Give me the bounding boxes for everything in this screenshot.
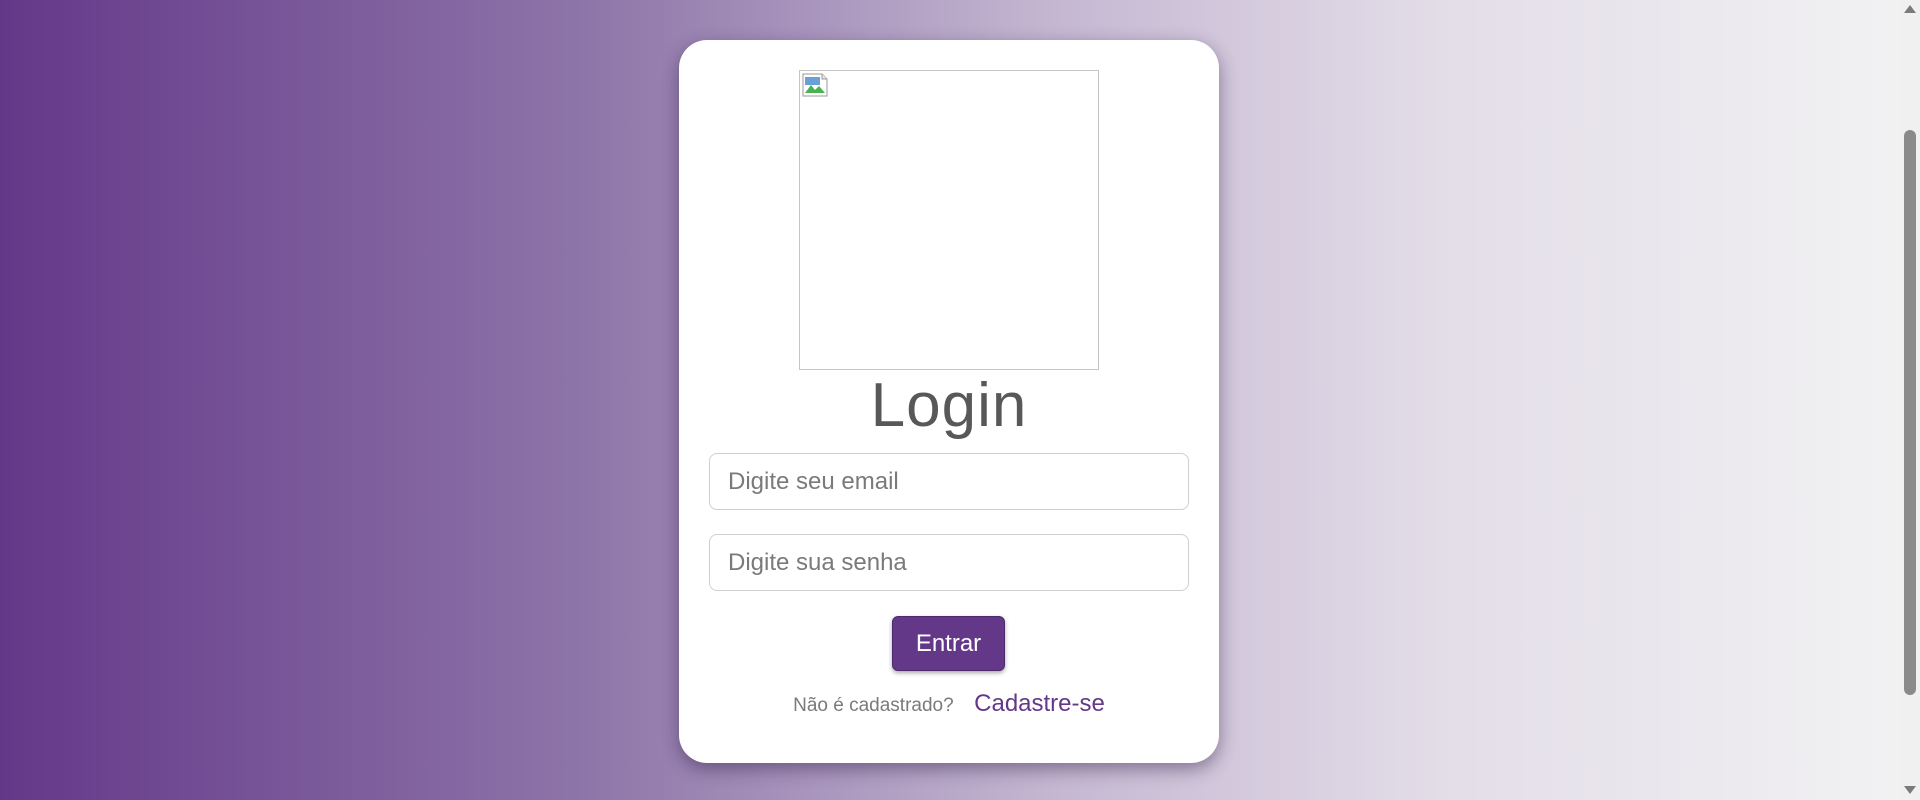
broken-image-icon [802, 73, 828, 97]
scroll-up-arrow-icon[interactable] [1904, 5, 1916, 13]
logo-image [799, 70, 1099, 370]
login-card: Login Entrar Não é cadastrado? Cadastre-… [679, 40, 1219, 763]
email-input[interactable] [709, 453, 1189, 510]
password-input[interactable] [709, 534, 1189, 591]
register-prompt: Não é cadastrado? [793, 695, 954, 716]
vertical-scrollbar[interactable] [1900, 0, 1920, 800]
register-link[interactable]: Cadastre-se [974, 690, 1105, 717]
login-button[interactable]: Entrar [892, 616, 1005, 671]
page-title: Login [870, 371, 1028, 440]
register-row: Não é cadastrado? Cadastre-se [679, 690, 1219, 718]
scroll-down-arrow-icon[interactable] [1904, 786, 1916, 794]
scrollbar-thumb[interactable] [1904, 130, 1916, 695]
